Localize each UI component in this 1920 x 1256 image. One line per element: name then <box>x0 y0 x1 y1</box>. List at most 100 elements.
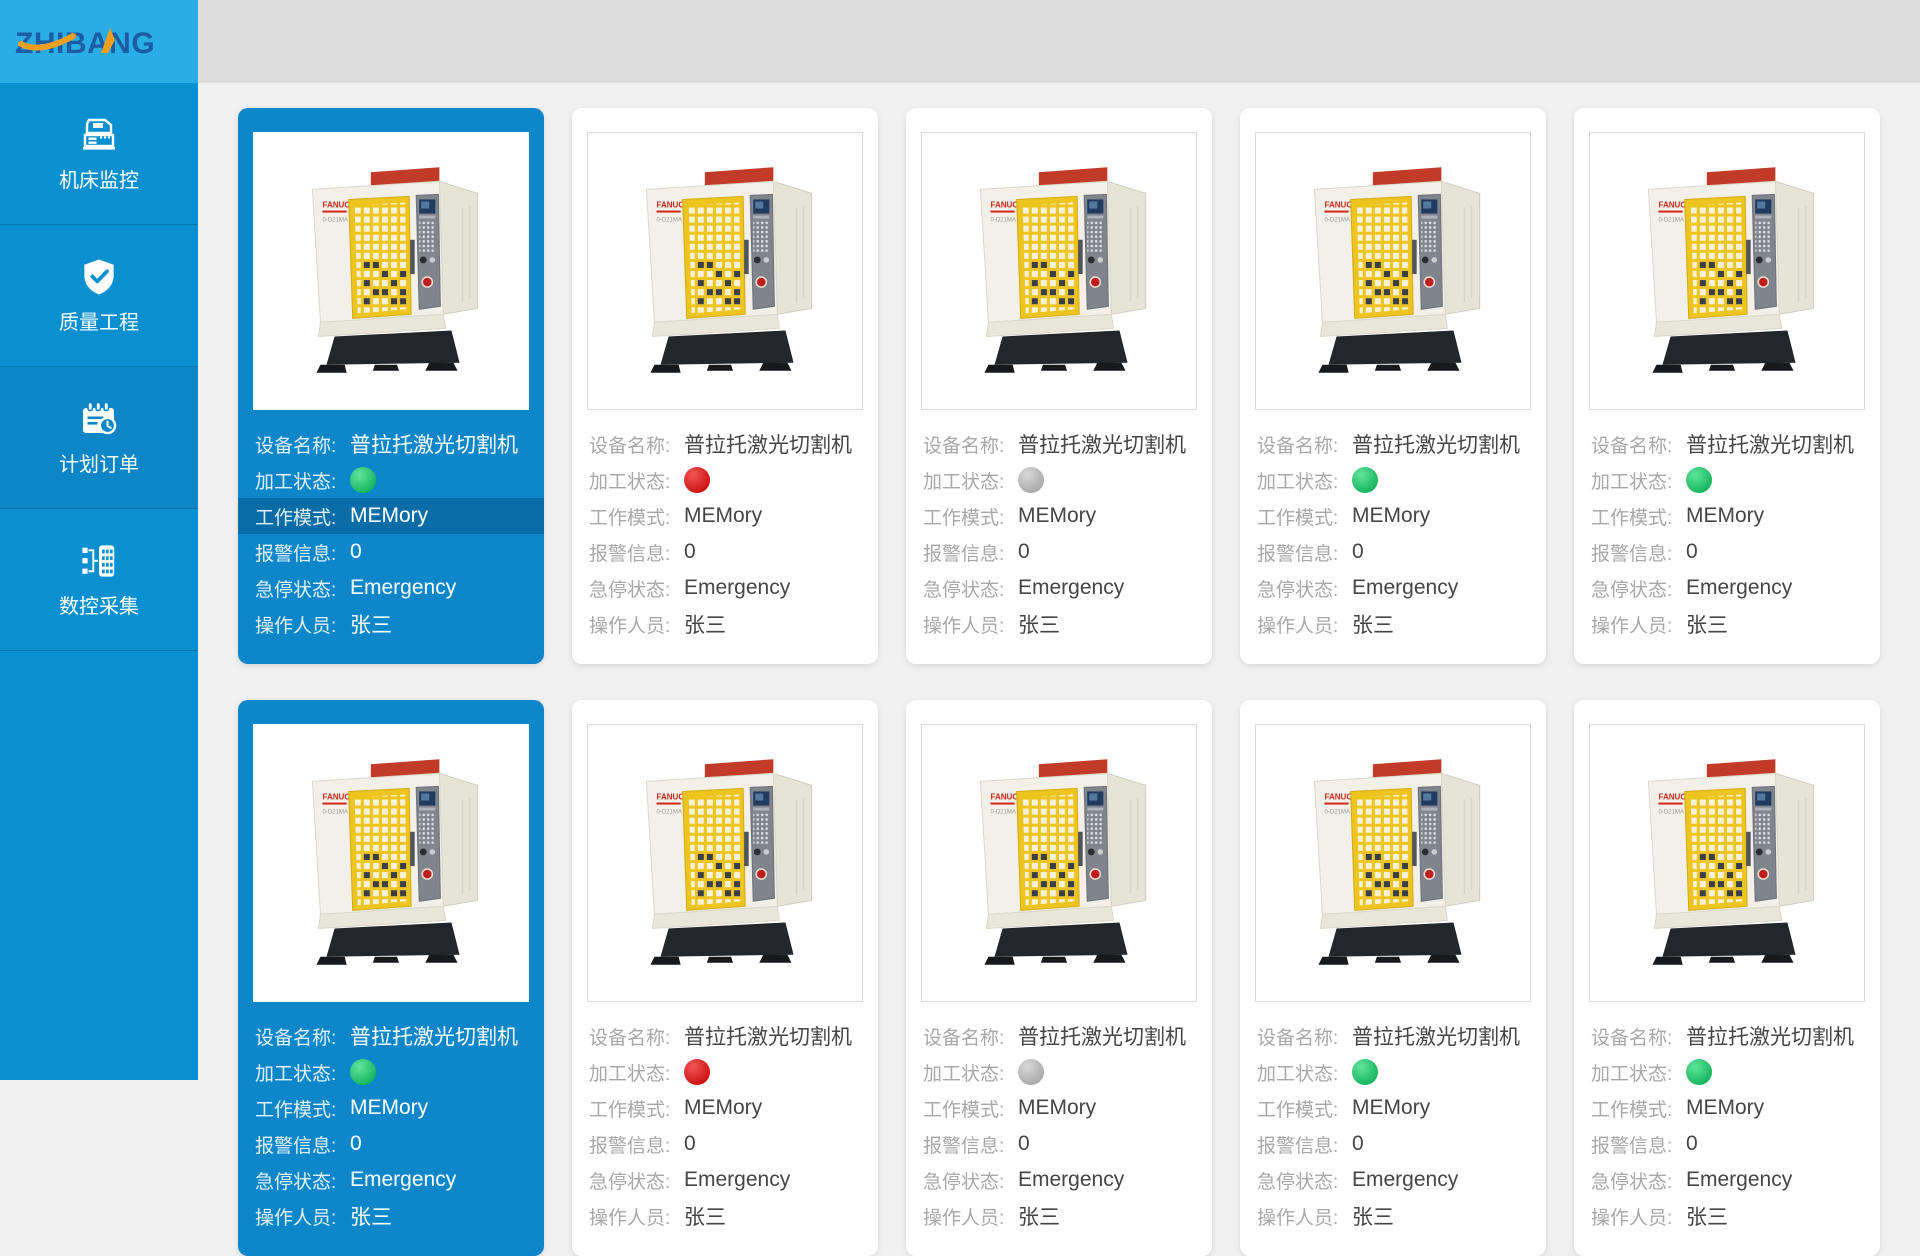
svg-text:FANUC: FANUC <box>1658 793 1686 802</box>
work-mode-row: 工作模式: MEMory <box>238 1090 544 1126</box>
alarm-info-row: 报警信息: 0 <box>238 534 544 570</box>
work-mode-label: 工作模式: <box>1591 503 1686 530</box>
estop-status-label: 急停状态: <box>923 575 1018 602</box>
alarm-info-value: 0 <box>684 540 696 564</box>
estop-status-row: 急停状态: Emergency <box>906 570 1212 606</box>
alarm-info-row: 报警信息: 0 <box>1574 534 1880 570</box>
process-status-label: 加工状态: <box>589 467 684 494</box>
device-name-label: 设备名称: <box>589 1023 684 1050</box>
svg-text:0-D21MA: 0-D21MA <box>990 810 1016 816</box>
operator-value: 张三 <box>350 609 392 639</box>
estop-status-row: 急停状态: Emergency <box>238 570 544 606</box>
logo-text: ZHIBANG <box>15 27 155 60</box>
device-name-row: 设备名称: 普拉托激光切割机 <box>1574 1018 1880 1054</box>
machine-info: 设备名称: 普拉托激光切割机 加工状态: 工作模式: MEMory 报警信息: … <box>906 1018 1212 1234</box>
work-mode-value: MEMory <box>1352 1096 1430 1120</box>
process-status-label: 加工状态: <box>589 1059 684 1086</box>
device-name-value: 普拉托激光切割机 <box>684 1021 852 1051</box>
machine-card[interactable]: FANUC 0-D21MA <box>1574 108 1880 664</box>
sidebar-item-quality-engineering[interactable]: 质量工程 <box>0 225 198 367</box>
fanuc-cnc-machine-photo-icon: FANUC 0-D21MA <box>260 747 522 979</box>
estop-status-label: 急停状态: <box>589 575 684 602</box>
status-dot <box>1352 467 1378 493</box>
alarm-info-row: 报警信息: 0 <box>1240 1126 1546 1162</box>
operator-row: 操作人员: 张三 <box>238 1198 544 1234</box>
machine-image: FANUC 0-D21MA <box>1255 132 1531 410</box>
device-name-value: 普拉托激光切割机 <box>1352 1021 1520 1051</box>
work-mode-label: 工作模式: <box>1257 503 1352 530</box>
device-name-label: 设备名称: <box>1257 431 1352 458</box>
process-status-label: 加工状态: <box>923 467 1018 494</box>
estop-status-label: 急停状态: <box>1591 575 1686 602</box>
work-mode-label: 工作模式: <box>255 1095 350 1122</box>
estop-status-value: Emergency <box>350 576 456 600</box>
machine-info: 设备名称: 普拉托激光切割机 加工状态: 工作模式: MEMory 报警信息: … <box>238 426 544 642</box>
operator-label: 操作人员: <box>923 611 1018 638</box>
logo: ZHIBANG <box>0 0 198 83</box>
alarm-info-row: 报警信息: 0 <box>906 1126 1212 1162</box>
alarm-info-label: 报警信息: <box>255 539 350 566</box>
operator-value: 张三 <box>1018 1201 1060 1231</box>
device-name-row: 设备名称: 普拉托激光切割机 <box>1240 426 1546 462</box>
operator-label: 操作人员: <box>1591 611 1686 638</box>
alarm-info-label: 报警信息: <box>923 1131 1018 1158</box>
operator-row: 操作人员: 张三 <box>906 606 1212 642</box>
alarm-info-value: 0 <box>1686 540 1698 564</box>
operator-label: 操作人员: <box>255 1203 350 1230</box>
process-status-row: 加工状态: <box>1240 1054 1546 1090</box>
device-name-value: 普拉托激光切割机 <box>350 1021 518 1051</box>
work-mode-value: MEMory <box>1018 1096 1096 1120</box>
device-name-value: 普拉托激光切割机 <box>1686 1021 1854 1051</box>
machine-info: 设备名称: 普拉托激光切割机 加工状态: 工作模式: MEMory 报警信息: … <box>1574 426 1880 642</box>
alarm-info-value: 0 <box>1686 1132 1698 1156</box>
machine-card[interactable]: FANUC 0-D21MA <box>238 700 544 1256</box>
operator-label: 操作人员: <box>1591 1203 1686 1230</box>
status-dot <box>1018 467 1044 493</box>
alarm-info-row: 报警信息: 0 <box>1240 534 1546 570</box>
machine-card[interactable]: FANUC 0-D21MA <box>906 108 1212 664</box>
process-status-label: 加工状态: <box>255 467 350 494</box>
machine-image: FANUC 0-D21MA <box>253 132 529 410</box>
sidebar-item-planned-orders[interactable]: 计划订单 <box>0 367 198 509</box>
machine-card[interactable]: FANUC 0-D21MA <box>1574 700 1880 1256</box>
sidebar-item-machine-monitor[interactable]: 机床监控 <box>0 83 198 225</box>
estop-status-value: Emergency <box>1352 1168 1458 1192</box>
status-dot <box>1686 467 1712 493</box>
status-dot <box>1686 1059 1712 1085</box>
alarm-info-label: 报警信息: <box>589 539 684 566</box>
estop-status-label: 急停状态: <box>589 1167 684 1194</box>
alarm-info-label: 报警信息: <box>589 1131 684 1158</box>
machine-card[interactable]: FANUC 0-D21MA <box>572 700 878 1256</box>
status-dot <box>1352 1059 1378 1085</box>
machine-card[interactable]: FANUC 0-D21MA <box>1240 700 1546 1256</box>
status-dot <box>684 1059 710 1085</box>
machine-card[interactable]: FANUC 0-D21MA <box>1240 108 1546 664</box>
svg-text:0-D21MA: 0-D21MA <box>322 218 348 224</box>
device-name-row: 设备名称: 普拉托激光切割机 <box>238 426 544 462</box>
estop-status-label: 急停状态: <box>923 1167 1018 1194</box>
svg-text:FANUC: FANUC <box>1658 201 1686 210</box>
svg-text:0-D21MA: 0-D21MA <box>1324 218 1350 224</box>
estop-status-value: Emergency <box>684 576 790 600</box>
operator-value: 张三 <box>684 1201 726 1231</box>
operator-row: 操作人员: 张三 <box>238 606 544 642</box>
machine-card[interactable]: FANUC 0-D21MA <box>906 700 1212 1256</box>
process-status-label: 加工状态: <box>923 1059 1018 1086</box>
machine-card[interactable]: FANUC 0-D21MA <box>238 108 544 664</box>
shield-check-icon <box>82 257 116 297</box>
sidebar-item-label: 质量工程 <box>59 306 139 335</box>
alarm-info-label: 报警信息: <box>923 539 1018 566</box>
sidebar-item-cnc-collection[interactable]: 数控采集 <box>0 509 198 651</box>
estop-status-row: 急停状态: Emergency <box>906 1162 1212 1198</box>
alarm-info-label: 报警信息: <box>1591 539 1686 566</box>
svg-text:0-D21MA: 0-D21MA <box>1658 218 1684 224</box>
alarm-info-label: 报警信息: <box>1257 1131 1352 1158</box>
device-name-label: 设备名称: <box>1591 1023 1686 1050</box>
machine-card[interactable]: FANUC 0-D21MA <box>572 108 878 664</box>
svg-text:0-D21MA: 0-D21MA <box>990 218 1016 224</box>
operator-value: 张三 <box>1352 609 1394 639</box>
operator-value: 张三 <box>684 609 726 639</box>
alarm-info-value: 0 <box>1018 540 1030 564</box>
svg-text:FANUC: FANUC <box>1324 793 1352 802</box>
work-mode-row: 工作模式: MEMory <box>906 1090 1212 1126</box>
